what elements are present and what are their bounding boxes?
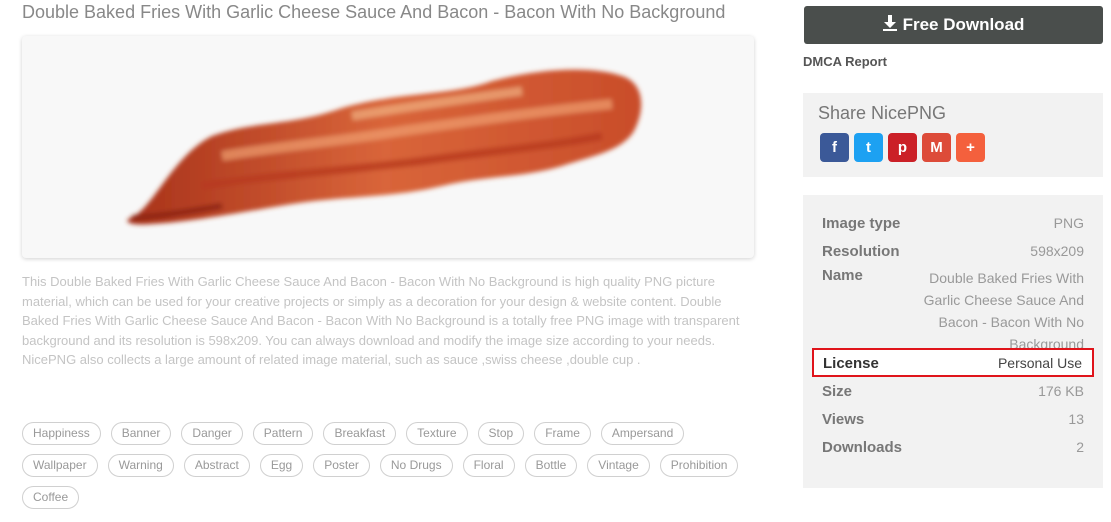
- tag-pill[interactable]: Banner: [110, 422, 172, 445]
- pinterest-icon[interactable]: p: [888, 133, 917, 162]
- info-label: Resolution: [822, 243, 900, 260]
- tag-pill[interactable]: Warning: [107, 454, 174, 477]
- tag-list: Happiness Banner Danger Pattern Breakfast Tex…: [22, 422, 762, 509]
- tag-pill[interactable]: Pattern: [252, 422, 314, 445]
- tag-pill[interactable]: No Drugs: [379, 454, 453, 477]
- info-label: Name: [822, 267, 863, 284]
- info-label: Downloads: [822, 439, 903, 456]
- info-value: 598x209: [1030, 243, 1084, 259]
- gmail-icon[interactable]: M: [922, 133, 951, 162]
- share-panel: Share NicePNG f t p M +: [803, 93, 1103, 177]
- tag-pill[interactable]: Ampersand: [600, 422, 685, 445]
- info-label: Image type: [822, 215, 901, 232]
- tag-pill[interactable]: Abstract: [183, 454, 250, 477]
- dmca-report-link[interactable]: DMCA Report: [803, 54, 887, 69]
- license-label: License: [823, 355, 879, 372]
- info-label: Views: [822, 411, 865, 428]
- tag-pill[interactable]: Floral: [462, 454, 515, 477]
- info-value: Double Baked Fries With Garlic Cheese Sa…: [923, 270, 1084, 352]
- tag-pill[interactable]: Egg: [259, 454, 304, 477]
- download-icon: [882, 14, 897, 36]
- tag-pill[interactable]: Happiness: [22, 422, 101, 445]
- tag-pill[interactable]: Vintage: [587, 454, 650, 477]
- tag-pill[interactable]: Danger: [181, 422, 243, 445]
- image-info-panel: Image type PNG Resolution 598x209 Name D…: [803, 195, 1103, 488]
- tag-pill[interactable]: Coffee: [22, 486, 80, 509]
- tag-pill[interactable]: Texture: [406, 422, 468, 445]
- image-description: This Double Baked Fries With Garlic Chee…: [22, 274, 740, 367]
- info-value: PNG: [1053, 215, 1084, 231]
- preview-image[interactable]: [22, 36, 754, 258]
- share-buttons: f t p M +: [820, 133, 985, 162]
- tag-pill[interactable]: Breakfast: [323, 422, 397, 445]
- share-title: Share NicePNG: [818, 103, 947, 123]
- info-value: 2: [1076, 439, 1084, 455]
- download-label: Free Download: [902, 15, 1025, 34]
- tag-pill[interactable]: Wallpaper: [22, 454, 98, 477]
- more-share-icon[interactable]: +: [956, 133, 985, 162]
- tag-pill[interactable]: Prohibition: [659, 454, 739, 477]
- info-row-license: License Personal Use: [812, 348, 1094, 377]
- bacon-image: [127, 69, 642, 225]
- license-value: Personal Use: [997, 355, 1082, 371]
- info-label: Size: [822, 383, 853, 400]
- twitter-icon[interactable]: t: [854, 133, 883, 162]
- tag-pill[interactable]: Stop: [477, 422, 525, 445]
- tag-pill[interactable]: Bottle: [524, 454, 578, 477]
- free-download-button[interactable]: Free Download: [804, 6, 1103, 44]
- tag-pill[interactable]: Poster: [313, 454, 370, 477]
- info-value: 176 KB: [1038, 383, 1084, 399]
- page-title: Double Baked Fries With Garlic Cheese Sa…: [22, 2, 726, 22]
- info-value: 13: [1068, 411, 1084, 427]
- facebook-icon[interactable]: f: [820, 133, 849, 162]
- tag-pill[interactable]: Frame: [534, 422, 591, 445]
